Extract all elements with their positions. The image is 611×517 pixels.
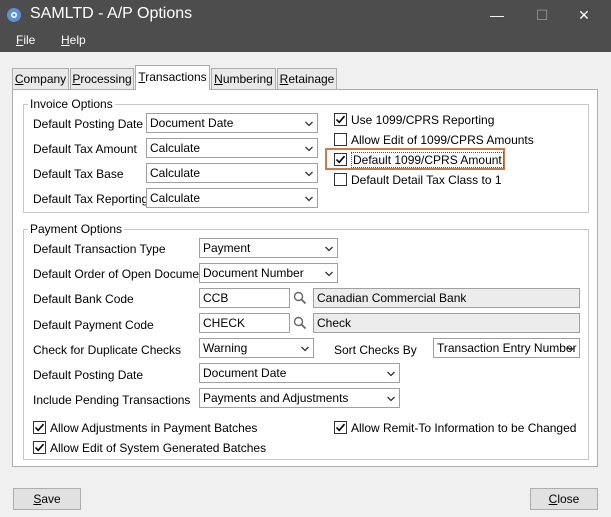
transactions-panel: Invoice Options Default Posting Date Doc… [12,89,598,467]
tax-base-label: Default Tax Base [33,167,124,181]
chevron-down-icon [305,146,313,152]
maximize-button[interactable]: ☐ [519,0,565,30]
chevron-down-icon [567,346,575,352]
window-title: SAMLTD - A/P Options [30,5,193,22]
bank-code-input[interactable]: CCB [199,288,290,308]
transaction-type-label: Default Transaction Type [33,242,166,256]
menu-help[interactable]: Help [61,33,86,47]
invoice-options-legend: Invoice Options [30,97,113,111]
default-1099-amount-checkbox[interactable]: Default 1099/CPRS Amount [334,152,504,168]
sort-checks-label: Sort Checks By [334,343,417,357]
tab-processing[interactable]: Processing [70,68,134,89]
menu-file[interactable]: File [16,33,35,47]
tab-numbering[interactable]: Numbering [211,68,276,89]
checkmark-icon [34,443,45,452]
tax-base-select[interactable]: Calculate [146,163,318,183]
payment-code-input[interactable]: CHECK [199,313,290,333]
allow-edit-system-batches-checkbox[interactable]: Allow Edit of System Generated Batches [33,440,273,456]
tab-retainage[interactable]: Retainage [277,68,337,89]
pending-transactions-label: Include Pending Transactions [33,393,191,407]
payment-code-description: Check [313,313,580,333]
duplicate-checks-select[interactable]: Warning [199,338,314,358]
payment-code-label: Default Payment Code [33,318,154,332]
duplicate-checks-label: Check for Duplicate Checks [33,343,182,357]
invoice-posting-date-select[interactable]: Document Date [146,113,318,133]
allow-remit-to-checkbox[interactable]: Allow Remit-To Information to be Changed [334,420,584,436]
checkbox-box [334,421,347,434]
tax-reporting-label: Default Tax Reporting [33,192,149,206]
order-open-documents-select[interactable]: Document Number [199,263,338,283]
tax-reporting-select[interactable]: Calculate [146,188,318,208]
allow-adjustments-checkbox[interactable]: Allow Adjustments in Payment Batches [33,420,273,436]
default-detail-tax-checkbox[interactable]: Default Detail Tax Class to 1 [334,172,534,188]
checkbox-box [334,113,347,126]
checkmark-icon [335,155,346,164]
bank-code-finder-icon[interactable] [292,290,308,306]
chevron-down-icon [387,371,395,377]
menu-bar: File Help [0,30,611,52]
bank-code-description: Canadian Commercial Bank [313,288,580,308]
checkmark-icon [34,423,45,432]
tax-amount-label: Default Tax Amount [33,142,137,156]
minimize-button[interactable]: — [474,0,520,30]
checkbox-box [334,173,347,186]
title-bar: SAMLTD - A/P Options — ☐ ✕ [0,0,611,30]
chevron-down-icon [325,271,333,277]
allow-edit-1099-checkbox[interactable]: Allow Edit of 1099/CPRS Amounts [334,132,534,148]
use-1099-checkbox[interactable]: Use 1099/CPRS Reporting [334,112,534,128]
checkmark-icon [335,115,346,124]
sort-checks-select[interactable]: Transaction Entry Number [433,338,580,358]
close-button[interactable]: Close [530,488,598,510]
transaction-type-select[interactable]: Payment [199,238,338,258]
invoice-posting-date-label: Default Posting Date [33,117,144,131]
payment-posting-date-label: Default Posting Date [33,368,144,382]
tax-amount-select[interactable]: Calculate [146,138,318,158]
payment-posting-date-select[interactable]: Document Date [199,363,400,383]
checkbox-box [33,421,46,434]
order-open-documents-label: Default Order of Open Documents [33,267,216,281]
bank-code-label: Default Bank Code [33,292,134,306]
tab-company[interactable]: Company [12,68,69,89]
payment-options-legend: Payment Options [30,222,123,236]
tab-transactions[interactable]: Transactions [135,65,210,90]
checkmark-icon [335,423,346,432]
checkbox-box [334,153,347,166]
pending-transactions-select[interactable]: Payments and Adjustments [199,388,400,408]
app-gear-icon [7,8,21,22]
chevron-down-icon [301,346,309,352]
save-button[interactable]: Save [13,488,81,510]
chevron-down-icon [387,396,395,402]
close-window-button[interactable]: ✕ [561,0,607,30]
checkbox-box [33,441,46,454]
checkbox-box [334,133,347,146]
chevron-down-icon [305,121,313,127]
payment-code-finder-icon[interactable] [292,315,308,331]
chevron-down-icon [305,171,313,177]
chevron-down-icon [325,246,333,252]
chevron-down-icon [305,196,313,202]
